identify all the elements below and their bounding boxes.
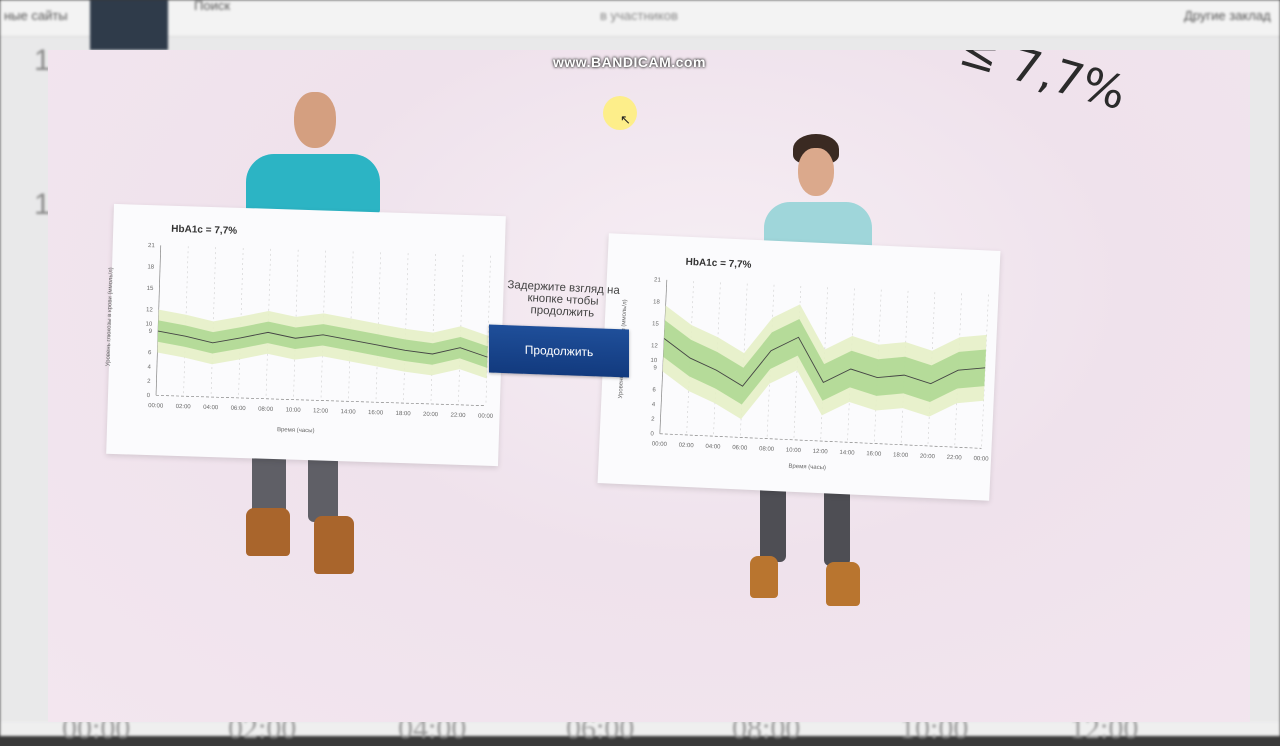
glucose-chart-right: HbA1c = 7,7% Время (часы) Уровень глюкоз… <box>597 233 1001 501</box>
x-tick-label: 22:00 <box>947 455 963 462</box>
x-tick-label: 12:00 <box>813 449 829 456</box>
y-tick-label: 6 <box>148 350 152 356</box>
x-tick-label: 14:00 <box>839 450 855 457</box>
continue-button[interactable]: Продолжить <box>489 324 629 378</box>
man-boot <box>314 516 354 574</box>
x-tick-label: 02:00 <box>176 404 192 410</box>
gaze-prompt: Задержите взгляд на кнопке чтобы продолж… <box>507 279 621 320</box>
x-tick-label: 12:00 <box>313 408 329 414</box>
dark-tile <box>90 0 168 50</box>
x-tick-label: 00:00 <box>148 403 164 409</box>
cursor-icon: ↖ <box>620 112 631 127</box>
y-tick-label: 21 <box>148 243 156 249</box>
y-tick-label: 2 <box>147 379 151 385</box>
chart-plot: 00:00 02:00 04:00 06:00 08:00 10:00 12:00 14:00… <box>145 243 494 420</box>
grid-line <box>430 254 436 404</box>
man-shirt <box>246 154 380 214</box>
x-tick-label: 18:00 <box>893 452 909 459</box>
woman-leg <box>760 482 786 562</box>
x-tick-label: 00:00 <box>973 456 989 463</box>
x-tick-label: 10:00 <box>286 407 302 413</box>
x-tick-label: 22:00 <box>450 413 466 419</box>
bookmark-left[interactable]: ные сайты <box>4 8 68 23</box>
woman-boot <box>826 562 860 606</box>
x-tick-label: 10:00 <box>786 447 802 454</box>
x-tick-label: 08:00 <box>759 446 775 453</box>
glucose-chart-left: HbA1c = 7,7% Время (часы) Уровень глюкоз… <box>105 203 506 467</box>
bookmark-other[interactable]: Другие заклад <box>1184 8 1271 23</box>
y-tick-label: 18 <box>147 264 155 270</box>
x-tick-label: 04:00 <box>203 405 219 411</box>
y-tick-label: 4 <box>147 364 151 370</box>
x-tick-label: 18:00 <box>395 411 411 417</box>
y-tick-label: 15 <box>147 286 155 292</box>
y-tick-label: 15 <box>652 321 660 327</box>
chat-subtitle: в участников <box>600 8 678 23</box>
woman-head <box>798 148 834 196</box>
y-tick-label: 4 <box>652 402 656 408</box>
man-head <box>294 92 336 148</box>
y-tick-label: 9 <box>149 329 153 335</box>
bandicam-watermark: www.BANDICAM.com <box>553 54 706 70</box>
y-tick-label: 6 <box>652 387 656 393</box>
y-tick-label: 12 <box>146 307 154 313</box>
y-tick-label: 18 <box>653 299 661 305</box>
formula-fragment: ≤ 7,7% <box>953 50 1133 121</box>
search-placeholder: Поиск <box>194 0 231 13</box>
x-tick-label: 16:00 <box>368 410 384 416</box>
video-frame[interactable]: www.BANDICAM.com ≤ 7,7% ↖ HbA1c = 7,7% В… <box>48 50 1250 722</box>
chart-plot: 00:00 02:00 04:00 06:00 08:00 10:00 12:00 14:00… <box>650 277 989 463</box>
y-tick-label: 10 <box>650 358 658 364</box>
x-tick-label: 02:00 <box>678 443 694 450</box>
woman-leg <box>824 486 850 566</box>
x-tick-label: 08:00 <box>258 407 274 413</box>
x-tick-label: 06:00 <box>231 406 247 412</box>
y-tick-label: 9 <box>653 365 657 371</box>
y-tick-label: 21 <box>654 277 662 283</box>
man-boot <box>246 508 290 556</box>
x-tick-label: 00:00 <box>478 413 494 419</box>
x-tick-label: 20:00 <box>920 454 936 461</box>
x-tick-label: 04:00 <box>705 444 721 451</box>
x-tick-label: 14:00 <box>340 409 356 415</box>
bookmarks-bar: ные сайты Поиск в участников Другие закл… <box>0 0 1280 37</box>
y-tick-label: 12 <box>651 343 659 349</box>
x-tick-label: 16:00 <box>866 451 882 458</box>
grid-line <box>403 253 409 404</box>
y-tick-label: 10 <box>145 322 153 328</box>
y-tick-label: 0 <box>147 393 151 399</box>
woman-boot <box>750 556 778 598</box>
x-tick-label: 20:00 <box>423 412 439 418</box>
x-tick-label: 00:00 <box>652 441 668 448</box>
y-tick-label: 0 <box>650 431 654 437</box>
x-tick-label: 06:00 <box>732 445 748 452</box>
y-tick-label: 2 <box>651 417 655 423</box>
